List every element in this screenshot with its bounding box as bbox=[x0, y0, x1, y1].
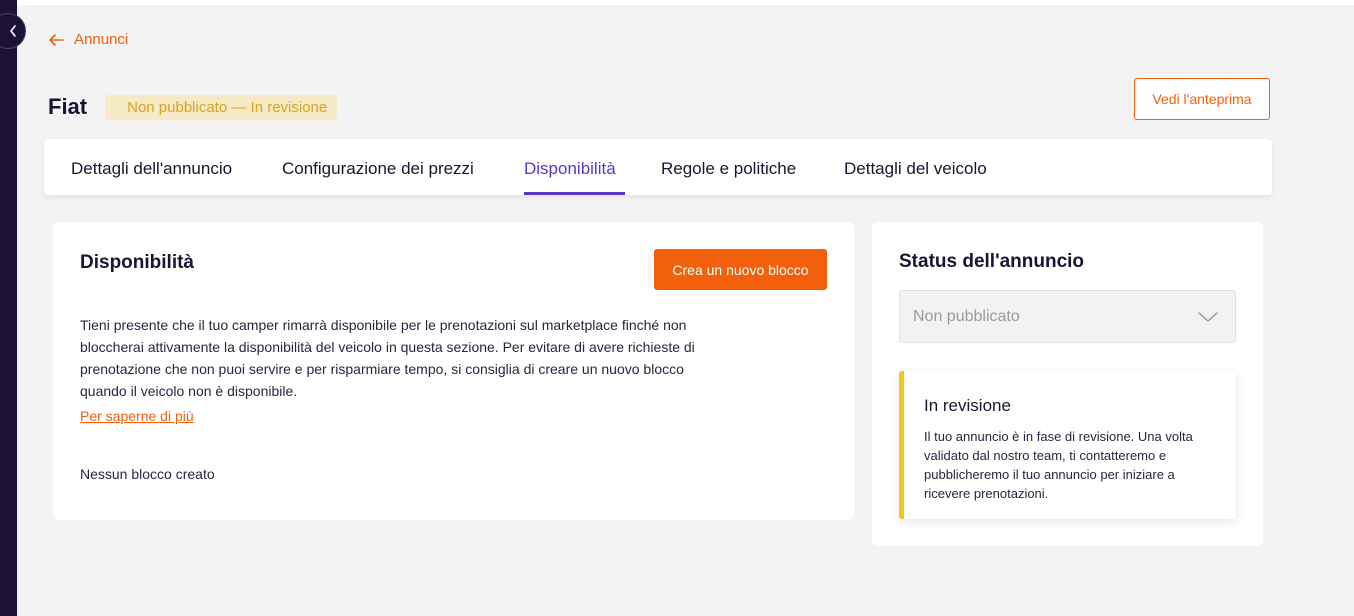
status-panel-title: Status dell'annuncio bbox=[899, 251, 1085, 272]
tab-vehicle-details[interactable]: Dettagli del veicolo bbox=[844, 159, 987, 179]
status-badge: Non pubblicato — In revisione bbox=[105, 94, 338, 120]
listing-status-card: Status dell'annuncio Non pubblicato In r… bbox=[872, 222, 1263, 546]
chevron-down-icon bbox=[1198, 312, 1218, 322]
arrow-left-icon bbox=[49, 33, 64, 46]
back-to-listings-link[interactable]: Annunci bbox=[47, 31, 128, 48]
review-notice-title: In revisione bbox=[924, 396, 1011, 415]
availability-card: Disponibilità Crea un nuovo blocco Tieni… bbox=[53, 222, 854, 520]
tab-rules-policies[interactable]: Regole e politiche bbox=[661, 159, 796, 179]
listing-title: Fiat bbox=[48, 94, 88, 119]
tab-listing-details[interactable]: Dettagli dell'annuncio bbox=[71, 159, 232, 179]
sidebar-collapse-button[interactable] bbox=[0, 13, 26, 49]
review-notice: In revisione Il tuo annuncio è in fase d… bbox=[899, 371, 1236, 519]
empty-state-text: Nessun blocco creato bbox=[80, 466, 215, 482]
top-strip bbox=[17, 0, 1354, 5]
left-sidebar-rail bbox=[0, 0, 17, 616]
create-block-button[interactable]: Crea un nuovo blocco bbox=[654, 249, 827, 290]
status-select-value: Non pubblicato bbox=[913, 308, 1020, 325]
review-notice-text: Il tuo annuncio è in fase di revisione. … bbox=[924, 429, 1193, 501]
availability-description: Tieni presente che il tuo camper rimarrà… bbox=[80, 317, 695, 399]
back-link-label: Annunci bbox=[74, 31, 129, 48]
tabs-bar: Dettagli dell'annuncio Configurazione de… bbox=[44, 139, 1272, 195]
status-select[interactable]: Non pubblicato bbox=[899, 290, 1236, 343]
tab-availability[interactable]: Disponibilità bbox=[524, 159, 616, 179]
availability-title: Disponibilità bbox=[80, 252, 194, 273]
listing-header: Fiat Non pubblicato — In revisione bbox=[48, 94, 338, 120]
preview-button[interactable]: Vedi l'anteprima bbox=[1134, 78, 1270, 120]
chevron-left-icon bbox=[10, 25, 16, 37]
tab-pricing-configuration[interactable]: Configurazione dei prezzi bbox=[282, 159, 474, 179]
learn-more-link[interactable]: Per saperne di più bbox=[80, 408, 194, 424]
active-tab-indicator bbox=[524, 192, 625, 195]
